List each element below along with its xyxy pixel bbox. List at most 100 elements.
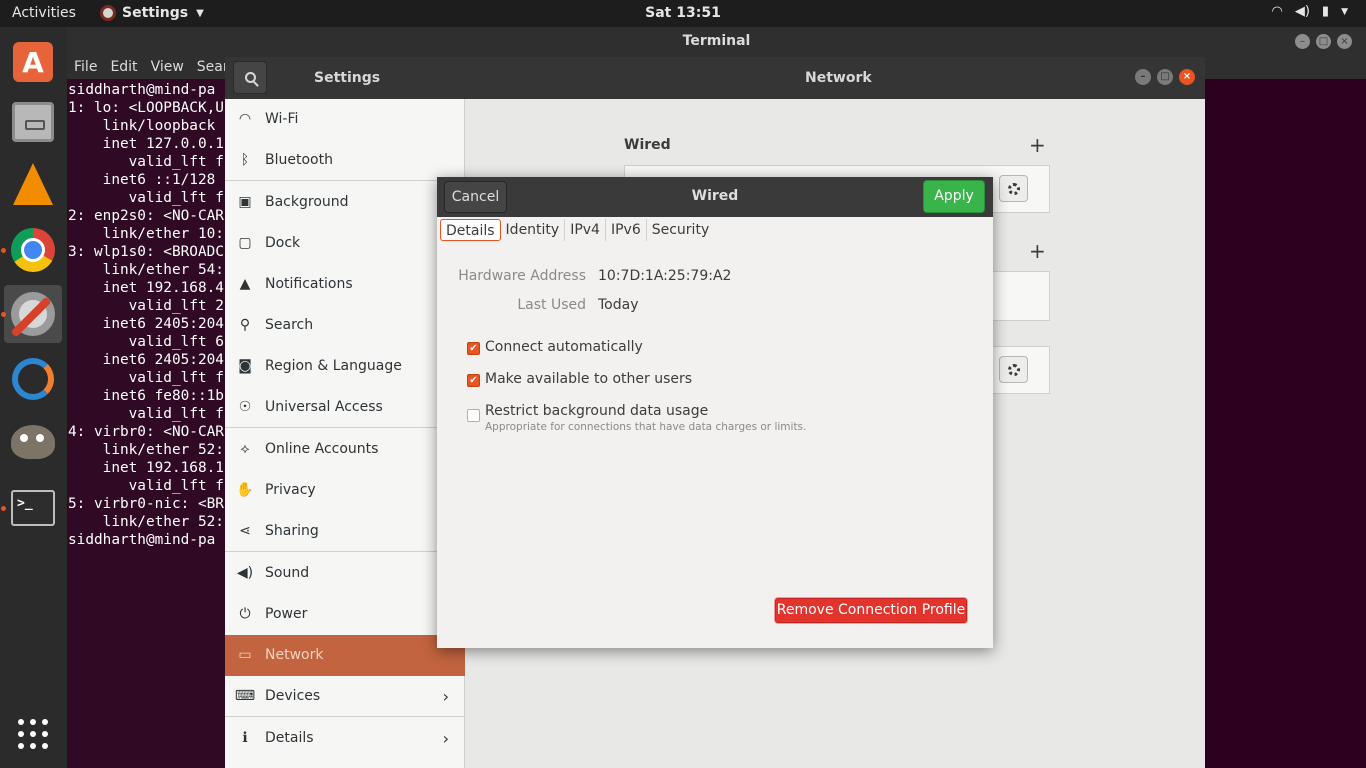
last-used-value: Today	[598, 297, 639, 313]
sidebar-item-label: Notifications	[265, 276, 353, 292]
tab-security[interactable]: Security	[647, 219, 715, 241]
sidebar-item-region-language[interactable]: ◙ Region & Language	[225, 346, 465, 387]
sidebar-item-dock[interactable]: ▢ Dock	[225, 223, 465, 264]
wired-settings-button[interactable]	[999, 175, 1028, 202]
show-applications-button[interactable]	[4, 705, 62, 763]
sidebar-item-online-accounts[interactable]: ⟡ Online Accounts	[225, 429, 465, 470]
maximize-icon[interactable]: □	[1316, 34, 1331, 49]
menu-file[interactable]: File	[74, 56, 97, 79]
terminal-line: link/ether 52:	[68, 514, 224, 530]
connect-automatically-checkbox[interactable]: ✔ Connect automatically	[467, 339, 643, 355]
settings-sidebar: ◠ Wi-Fi ᛒ Bluetooth ▣ Background ▢ Dock ▲ Not…	[225, 99, 465, 768]
hand-icon: ✋	[236, 482, 254, 498]
sidebar-item-notifications[interactable]: ▲ Notifications	[225, 264, 465, 305]
running-indicator	[1, 312, 6, 317]
sidebar-item-devices[interactable]: ⌨ Devices ›	[225, 676, 465, 717]
sidebar-item-label: Region & Language	[265, 358, 402, 374]
terminal-title: Terminal	[682, 33, 751, 49]
terminal-line: valid_lft f	[68, 190, 224, 206]
terminal-line: 2: enp2s0: <NO-CAR	[68, 208, 224, 224]
tab-ipv6[interactable]: IPv6	[606, 219, 647, 241]
sidebar-item-details[interactable]: ℹ Details ›	[225, 718, 465, 759]
sidebar-item-universal-access[interactable]: ☉ Universal Access	[225, 387, 465, 428]
system-menu[interactable]: ◠ ◀) ▮ ▼	[1272, 4, 1349, 19]
tab-identity[interactable]: Identity	[501, 219, 566, 241]
proxy-settings-button[interactable]	[999, 356, 1028, 383]
tab-details[interactable]: Details	[440, 219, 501, 241]
add-vpn-icon[interactable]: +	[1029, 239, 1046, 263]
app-menu[interactable]: Settings ▼	[100, 5, 204, 21]
restrict-background-checkbox[interactable]: Restrict background data usage Appropria…	[467, 403, 806, 433]
menu-view[interactable]: View	[151, 56, 184, 79]
settings-headerbar: Settings Network – □ ×	[225, 57, 1205, 99]
sidebar-item-privacy[interactable]: ✋ Privacy	[225, 470, 465, 511]
close-icon[interactable]: ×	[1179, 69, 1195, 85]
details-page: Hardware Address 10:7D:1A:25:79:A2 Last …	[437, 242, 993, 648]
dialog-tabs: Details Identity IPv4 IPv6 Security	[440, 219, 714, 241]
dock-chrome[interactable]	[4, 221, 62, 279]
maximize-icon[interactable]: □	[1157, 69, 1173, 85]
sidebar-item-label: Background	[265, 194, 349, 210]
dock-icon: ▢	[238, 235, 252, 251]
hardware-address-value: 10:7D:1A:25:79:A2	[598, 268, 732, 284]
sidebar-item-sharing[interactable]: ⋖ Sharing	[225, 511, 465, 552]
dock-ubuntu-software[interactable]: A	[4, 33, 62, 91]
cancel-button[interactable]: Cancel	[444, 181, 507, 213]
terminal-line: valid_lft f	[68, 370, 224, 386]
search-button[interactable]	[233, 61, 267, 94]
add-wired-icon[interactable]: +	[1029, 133, 1046, 157]
checkbox-sublabel: Appropriate for connections that have da…	[485, 421, 807, 433]
sidebar-item-network[interactable]: ▭ Network	[225, 635, 465, 676]
terminal-line: link/loopback	[68, 118, 216, 134]
terminal-output[interactable]: siddharth@mind-pa 1: lo: <LOOPBACK,U link…	[67, 79, 227, 768]
sidebar-item-background[interactable]: ▣ Background	[225, 182, 465, 223]
terminal-line: inet 192.168.1	[68, 460, 224, 476]
dock-vlc[interactable]	[4, 155, 62, 213]
sidebar-item-wifi[interactable]: ◠ Wi-Fi	[225, 99, 465, 140]
menu-edit[interactable]: Edit	[110, 56, 137, 79]
clock[interactable]: Sat 13:51	[645, 5, 721, 21]
terminal-line: 5: virbr0-nic: <BR	[68, 496, 224, 512]
online-accounts-icon: ⟡	[240, 441, 250, 457]
dock-terminal[interactable]: >_	[4, 479, 62, 537]
make-available-checkbox[interactable]: ✔ Make available to other users	[467, 371, 692, 387]
minimize-icon[interactable]: –	[1295, 34, 1310, 49]
terminal-line: 1: lo: <LOOPBACK,U	[68, 100, 224, 116]
terminal-line: valid_lft 6	[68, 334, 224, 350]
top-bar: Activities Settings ▼ Sat 13:51 ◠ ◀) ▮ ▼	[0, 0, 1366, 27]
volume-icon: ◀)	[1294, 4, 1310, 19]
activities-button[interactable]: Activities	[12, 5, 76, 21]
dock-ring[interactable]	[4, 350, 62, 408]
terminal-line: valid_lft f	[68, 154, 224, 170]
sidebar-item-search[interactable]: ⚲ Search	[225, 305, 465, 346]
settings-icon	[11, 292, 55, 336]
dock-files[interactable]	[4, 93, 62, 151]
terminal-titlebar[interactable]: Terminal	[67, 27, 1366, 56]
battery-icon: ▮	[1321, 4, 1330, 19]
accessibility-icon: ☉	[238, 399, 252, 415]
wifi-icon: ◠	[238, 111, 252, 127]
sidebar-item-label: Power	[265, 606, 308, 622]
checkbox-checked-icon: ✔	[467, 374, 480, 387]
dialog-title: Wired	[691, 188, 739, 204]
dialog-headerbar: Cancel Wired Apply	[437, 177, 993, 217]
terminal-line: valid_lft f	[68, 478, 224, 494]
close-icon[interactable]: ×	[1337, 34, 1352, 49]
tab-ipv4[interactable]: IPv4	[565, 219, 606, 241]
minimize-icon[interactable]: –	[1135, 69, 1151, 85]
apply-button[interactable]: Apply	[923, 180, 985, 213]
terminal-line: valid_lft f	[68, 406, 224, 422]
sidebar-item-bluetooth[interactable]: ᛒ Bluetooth	[225, 140, 465, 181]
terminal-line: 4: virbr0: <NO-CAR	[68, 424, 224, 440]
search-icon: ⚲	[239, 317, 251, 333]
sidebar-item-power[interactable]: ⏻ Power	[225, 594, 465, 635]
sidebar-item-label: Wi-Fi	[265, 111, 299, 127]
sidebar-item-sound[interactable]: ◀) Sound	[225, 553, 465, 594]
sidebar-item-label: Online Accounts	[265, 441, 379, 457]
dock-settings[interactable]	[4, 285, 62, 343]
ring-icon	[12, 358, 54, 400]
remove-connection-profile-button[interactable]: Remove Connection Profile	[775, 598, 967, 623]
running-indicator	[1, 506, 6, 511]
sidebar-item-label: Sharing	[265, 523, 319, 539]
dock-gimp[interactable]	[4, 413, 62, 471]
